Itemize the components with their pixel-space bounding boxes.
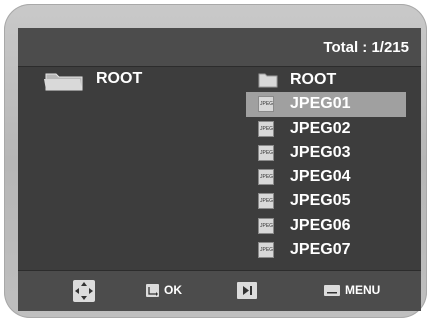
list-item-jpeg06[interactable]: JPEG06 <box>246 214 406 238</box>
jpeg-file-icon <box>258 144 274 161</box>
list-item-jpeg02[interactable]: JPEG02 <box>246 117 406 141</box>
list-item-jpeg03[interactable]: JPEG03 <box>246 141 406 165</box>
list-item-label: JPEG05 <box>290 192 351 210</box>
list-item-label: JPEG02 <box>290 119 351 137</box>
list-item-label: JPEG01 <box>290 95 351 113</box>
ok-label: OK <box>164 283 182 297</box>
tv-frame: Total : 1/215 ROOT ROOT JPEG JPEG01 JPEG… <box>4 4 427 318</box>
jpeg-file-icon <box>258 96 274 113</box>
list-item-jpeg05[interactable]: JPEG05 <box>246 189 406 213</box>
jpeg-file-icon <box>258 217 274 234</box>
skip-icon[interactable] <box>237 282 257 299</box>
jpeg-file-icon <box>258 242 274 259</box>
list-item-jpeg04[interactable]: JPEG04 <box>246 165 406 189</box>
list-item-label: ROOT <box>290 71 337 88</box>
folder-open-icon <box>44 70 84 97</box>
direction-pad-icon[interactable] <box>73 280 95 302</box>
total-count: Total : 1/215 <box>323 39 409 56</box>
osd-screen: Total : 1/215 ROOT ROOT JPEG JPEG01 JPEG… <box>18 28 421 311</box>
list-item-label: JPEG03 <box>290 143 351 161</box>
menu-label: MENU <box>345 283 381 297</box>
file-list: ROOT JPEG01 JPEG02 JPEG03 JPEG04 JPEG05 <box>246 68 406 262</box>
header-bar: Total : 1/215 <box>18 28 421 67</box>
footer-bar: OK MENU <box>18 270 421 311</box>
list-item-root[interactable]: ROOT <box>246 68 406 92</box>
enter-icon <box>146 284 159 297</box>
jpeg-file-icon <box>258 193 274 210</box>
jpeg-file-icon <box>258 169 274 186</box>
menu-icon <box>324 285 340 296</box>
current-folder-label: ROOT <box>96 70 143 87</box>
jpeg-file-icon <box>258 120 274 137</box>
list-item-label: JPEG04 <box>290 168 351 186</box>
folder-icon <box>258 72 278 93</box>
list-item-jpeg01[interactable]: JPEG01 <box>246 92 406 117</box>
list-item-label: JPEG06 <box>290 216 351 234</box>
list-item-label: JPEG07 <box>290 241 351 259</box>
list-item-jpeg07[interactable]: JPEG07 <box>246 238 406 262</box>
